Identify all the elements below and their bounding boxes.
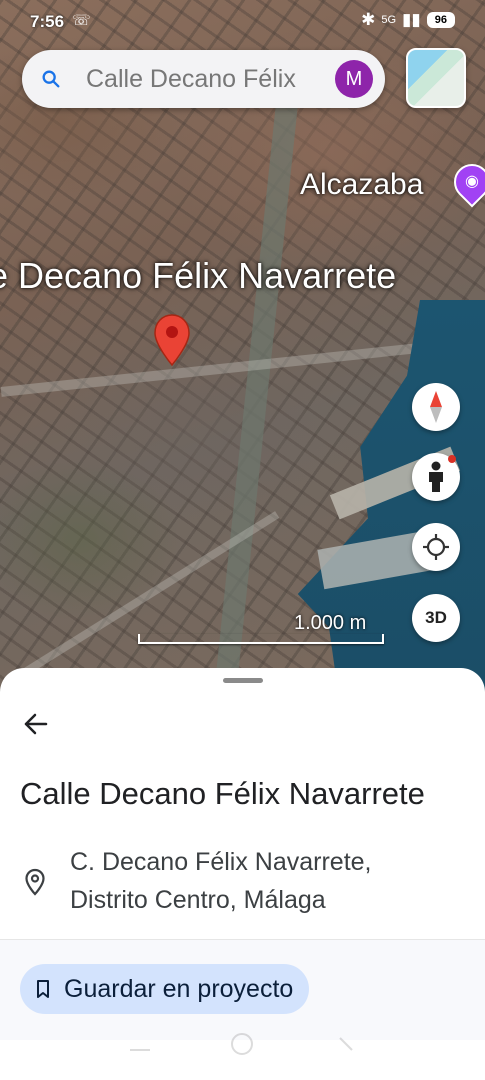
compass-icon xyxy=(430,391,442,423)
camera-icon[interactable]: ◉ xyxy=(446,156,485,208)
status-bar: 7:56 ☏ ✱ 5G ▮▮ 96 xyxy=(0,0,485,42)
3d-toggle-button[interactable]: 3D xyxy=(412,594,460,642)
signal-icon: ▮▮ xyxy=(402,10,421,29)
search-bar[interactable]: Calle Decano Félix M xyxy=(22,50,385,108)
network-type: 5G xyxy=(381,14,397,26)
poi-label-alcazaba[interactable]: Alcazaba xyxy=(300,168,423,202)
main-road xyxy=(0,343,420,397)
compass-button[interactable] xyxy=(412,383,460,431)
pegman-icon xyxy=(429,461,443,492)
scale-label: 1.000 m xyxy=(294,612,367,634)
map-scale: 1.000 m xyxy=(138,612,384,644)
search-icon[interactable] xyxy=(40,68,62,90)
street-map-label: e Decano Félix Navarrete xyxy=(0,255,397,296)
place-bottom-sheet[interactable]: Calle Decano Félix Navarrete C. Decano F… xyxy=(0,668,485,1080)
my-location-icon xyxy=(423,534,449,560)
location-marker-pin[interactable] xyxy=(154,314,190,366)
bookmark-icon xyxy=(37,980,49,998)
battery-level: 96 xyxy=(426,12,455,28)
status-time: 7:56 xyxy=(30,12,65,31)
bluetooth-icon: ✱ xyxy=(361,10,376,29)
arrow-back-icon[interactable] xyxy=(22,710,50,738)
scale-bar xyxy=(138,634,384,644)
address-line-2: Distrito Centro, Málaga xyxy=(70,886,326,914)
avatar[interactable]: M xyxy=(335,60,373,98)
place-title: Calle Decano Félix Navarrete xyxy=(20,776,425,811)
status-right: ✱ 5G ▮▮ 96 xyxy=(361,10,455,30)
location-pin-icon xyxy=(25,868,45,896)
notification-dot xyxy=(448,455,456,463)
system-nav-bar xyxy=(130,1033,353,1055)
whatsapp-icon: ☏ xyxy=(72,12,91,29)
street-view-button[interactable] xyxy=(412,453,460,501)
save-to-project-button[interactable]: Guardar en proyecto xyxy=(20,964,310,1014)
search-input[interactable]: Calle Decano Félix xyxy=(86,65,296,94)
my-location-button[interactable] xyxy=(412,523,460,571)
drag-handle[interactable] xyxy=(223,678,263,683)
layers-icon[interactable] xyxy=(406,48,466,108)
save-button-label: Guardar en proyecto xyxy=(64,975,294,1003)
address-line-1: C. Decano Félix Navarrete, xyxy=(70,848,372,876)
